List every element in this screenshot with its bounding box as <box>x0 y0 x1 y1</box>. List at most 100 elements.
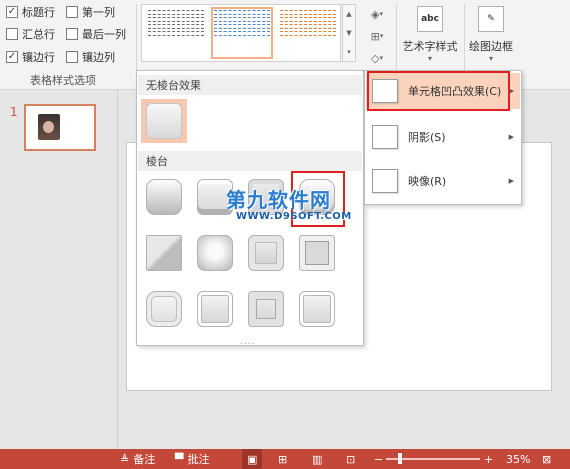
paint-bucket-icon: ◈ <box>371 7 380 21</box>
total-row-option[interactable]: 汇总行 <box>6 26 55 42</box>
slide-sorter-button[interactable]: ⊞ <box>278 449 287 469</box>
dropdown-arrow-icon: ▾ <box>488 54 493 63</box>
pencil-border-icon: ✎ <box>478 6 504 32</box>
normal-view-button[interactable]: ▣ <box>242 449 263 469</box>
thumb-row <box>214 31 270 36</box>
plus-icon: + <box>484 452 494 466</box>
table-styles-gallery <box>141 4 341 62</box>
thumb-row <box>214 24 270 29</box>
bevel-option[interactable] <box>141 231 187 275</box>
thumb-row <box>148 31 204 36</box>
bevel-section-title: 棱台 <box>138 151 362 171</box>
thumb-row <box>214 10 270 15</box>
fit-window-icon: ⊠ <box>542 452 552 466</box>
bevel-none-icon <box>146 103 182 139</box>
fit-to-window-button[interactable]: ⊠ <box>542 449 551 469</box>
last-column-label: 最后一列 <box>82 28 126 41</box>
reflection-label: 映像(R) <box>408 175 447 188</box>
shadow-label: 阴影(S) <box>408 131 446 144</box>
submenu-arrow-icon: ▶ <box>508 177 514 185</box>
table-style-thumb-blue[interactable] <box>211 7 273 59</box>
bevel-art-deco-icon <box>299 291 335 327</box>
gallery-scroll[interactable]: ▲ ▼ ▾ <box>342 4 356 62</box>
first-column-option[interactable]: 第一列 <box>66 4 115 20</box>
bevel-circle-icon <box>146 179 182 215</box>
gallery-up-icon[interactable]: ▲ <box>346 10 351 18</box>
table-style-thumb-gray[interactable] <box>146 8 206 58</box>
total-row-checkbox[interactable] <box>6 28 18 40</box>
minus-icon: − <box>374 452 384 466</box>
bevel-hard-edge-icon <box>248 291 284 327</box>
notes-button[interactable]: ≜ 备注 <box>120 449 155 469</box>
bevel-convex-icon <box>248 235 284 271</box>
watermark-logo: 第九软件网 <box>226 188 331 212</box>
first-column-checkbox[interactable] <box>66 6 78 18</box>
banded-rows-label: 镶边行 <box>22 51 55 64</box>
bevel-angle-icon <box>146 235 182 271</box>
thumb-row <box>148 17 204 22</box>
header-row-checkbox[interactable]: ✓ <box>6 6 18 18</box>
notes-label: 备注 <box>133 453 156 466</box>
draw-borders-button[interactable]: ✎ 绘图边框 ▾ <box>466 4 516 68</box>
zoom-level[interactable]: 35% <box>506 449 530 469</box>
comments-button[interactable]: ▀ 批注 <box>175 449 209 469</box>
banded-rows-option[interactable]: ✓ 镶边行 <box>6 49 55 65</box>
no-bevel-option[interactable] <box>141 99 187 143</box>
thumb-row <box>280 24 336 29</box>
effects-submenu: 单元格凹凸效果(C) ▶ 阴影(S) ▶ 映像(R) ▶ <box>364 70 522 205</box>
bevel-option[interactable] <box>141 287 187 331</box>
draw-borders-label: 绘图边框 <box>469 40 513 53</box>
bevel-option[interactable] <box>141 175 187 219</box>
effects-button[interactable]: ◇ ▾ <box>362 48 392 68</box>
bevel-option[interactable] <box>192 287 238 331</box>
shading-button[interactable]: ◈ ▾ <box>362 4 392 24</box>
bevel-riblet-icon <box>197 291 233 327</box>
shadow-icon <box>372 125 398 149</box>
banded-columns-option[interactable]: 镶边列 <box>66 49 115 65</box>
borders-button[interactable]: ⊞ ▾ <box>362 26 392 46</box>
zoom-in-button[interactable]: + <box>484 449 493 469</box>
wordart-styles-button[interactable]: abc 艺术字样式 ▾ <box>400 4 460 68</box>
table-style-options-label: 表格样式选项 <box>30 74 96 87</box>
slide-thumbnail[interactable] <box>24 104 96 151</box>
bevel-option[interactable] <box>294 231 340 275</box>
thumb-row <box>280 10 336 15</box>
watermark-url: WWW.D9SOFT.COM <box>236 211 352 222</box>
bevel-option[interactable] <box>243 231 289 275</box>
comments-label: 批注 <box>187 453 210 466</box>
submenu-arrow-icon: ▶ <box>508 133 514 141</box>
bevel-option[interactable] <box>294 287 340 331</box>
first-column-label: 第一列 <box>82 6 115 19</box>
photo-thumbnail <box>38 114 60 140</box>
banded-rows-checkbox[interactable]: ✓ <box>6 51 18 63</box>
reading-view-button[interactable]: ▥ <box>312 449 322 469</box>
normal-view-icon: ▣ <box>247 452 258 466</box>
dropdown-arrow-icon: ▾ <box>427 54 432 63</box>
banded-columns-checkbox[interactable] <box>66 51 78 63</box>
effects-icon: ◇ <box>371 51 380 65</box>
gallery-down-icon[interactable]: ▼ <box>346 29 351 37</box>
banded-columns-label: 镶边列 <box>82 51 115 64</box>
bevel-divot-icon <box>146 291 182 327</box>
last-column-checkbox[interactable] <box>66 28 78 40</box>
resize-grip[interactable]: .... <box>240 337 255 347</box>
last-column-option[interactable]: 最后一列 <box>66 26 126 42</box>
header-row-option[interactable]: ✓ 标题行 <box>6 4 55 20</box>
zoom-slider-handle[interactable] <box>398 453 402 464</box>
bevel-option[interactable] <box>192 231 238 275</box>
highlight-box <box>367 71 510 111</box>
bevel-option[interactable] <box>243 287 289 331</box>
bevel-soft-round-icon <box>197 235 233 271</box>
shadow-menu-item[interactable]: 阴影(S) ▶ <box>366 119 520 155</box>
table-style-thumb-orange[interactable] <box>278 8 338 58</box>
wordart-icon: abc <box>417 6 443 32</box>
comment-icon: ▀ <box>175 452 184 466</box>
reading-view-icon: ▥ <box>312 452 323 466</box>
reflection-menu-item[interactable]: 映像(R) ▶ <box>366 163 520 199</box>
thumb-row <box>280 17 336 22</box>
slideshow-button[interactable]: ⊡ <box>346 449 355 469</box>
gallery-more-icon[interactable]: ▾ <box>347 48 351 56</box>
dropdown-arrow-icon: ▾ <box>379 10 383 18</box>
zoom-out-button[interactable]: − <box>374 449 383 469</box>
slide-number: 1 <box>10 105 18 119</box>
